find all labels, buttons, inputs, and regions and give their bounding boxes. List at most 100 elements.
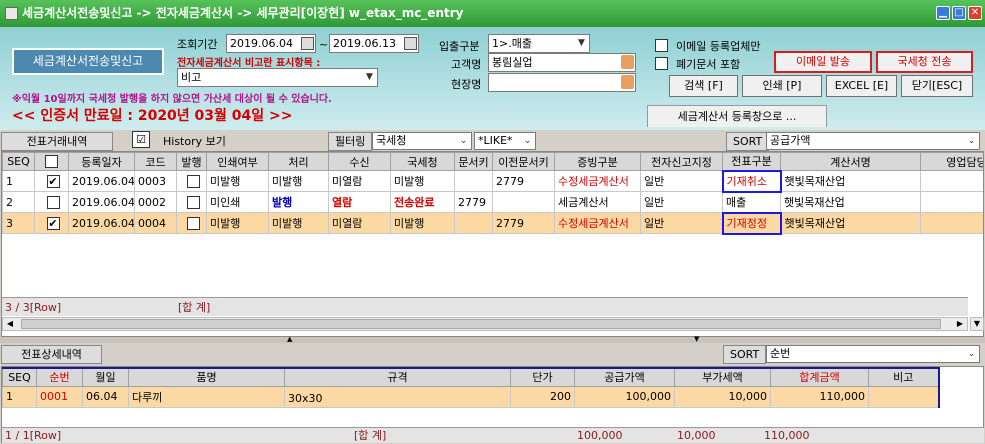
col-header[interactable]: 영업담당 [920,152,983,171]
history-icon[interactable]: ☑ [132,131,150,148]
col-header[interactable]: 품명 [128,367,285,387]
main-menu-button[interactable]: 세금계산서전송및신고 [12,48,164,75]
cell-check[interactable]: ✔ [34,170,69,192]
maximize-icon[interactable]: □ [952,6,966,20]
horizontal-scrollbar[interactable]: ◀ ▶ [2,317,968,331]
inout-select[interactable]: 1>.매출 ▼ [488,34,590,53]
col-header[interactable]: 비고 [868,367,939,387]
tab-slip-list[interactable]: 전표거래내역 [1,132,113,151]
issue-checkbox[interactable] [186,216,200,230]
col-header[interactable]: SEQ [2,367,37,387]
col-header[interactable]: 전자신고지정 [640,152,723,171]
col-header[interactable]: 월일 [82,367,129,387]
minimize-icon[interactable]: ▁ [936,6,950,20]
col-header[interactable]: 계산서명 [780,152,921,171]
splitter-down-icon[interactable]: ▼ [694,335,699,343]
cell-date: 2019.06.04 [68,170,135,192]
col-header[interactable]: 규격 [284,367,511,387]
table-row[interactable]: 1 ✔ 2019.06.04 0003 미발행 미발행 미열람 미발행 2779… [2,169,983,193]
issue-checkbox[interactable] [186,174,200,188]
cell-date: 2019.06.04 [68,191,135,213]
col-header[interactable]: 코드 [134,152,177,171]
col-header[interactable]: 인쇄여부 [206,152,269,171]
calendar-icon[interactable] [301,37,314,50]
lookup-icon[interactable] [621,75,634,89]
cell-check[interactable]: ✔ [34,212,69,234]
lower-sort-select[interactable]: 순번 ⌄ [766,345,980,363]
col-header[interactable]: 부가세액 [674,367,771,387]
cell-print: 미인쇄 [206,191,269,213]
cell-issue[interactable] [176,212,207,234]
filter-select[interactable]: 국세청 ⌄ [372,132,472,150]
search-button[interactable]: 검색 [F] [669,75,738,97]
col-header[interactable]: 증빙구분 [554,152,641,171]
sort-select[interactable]: 공급가액 ⌄ [766,132,980,150]
note-select-value: 비고 [181,71,202,84]
select-all-checkbox[interactable] [45,155,58,168]
detail-total-sum: 110,000 [764,429,810,442]
nts-send-button[interactable]: 국세청 전송 [876,51,973,73]
col-header[interactable]: 국세청 [390,152,455,171]
col-header[interactable]: 이전문서키 [492,152,555,171]
email-send-button[interactable]: 이메일 발송 [774,51,872,73]
register-tab[interactable]: 세금계산서 등록창으로 ... [647,105,827,127]
cell-ereport: 일반 [640,212,723,234]
issue-checkbox[interactable] [186,195,200,209]
site-field[interactable] [488,73,636,92]
scrollbar-thumb[interactable] [21,319,941,329]
cell-name: 햇빛목재산업 [780,191,921,213]
scroll-down-icon[interactable]: ▼ [970,317,984,331]
col-header[interactable]: 단가 [510,367,575,387]
table-row[interactable]: 2 2019.06.04 0002 미인쇄 발행 열람 전송완료 2779 세금… [2,191,983,213]
close-button[interactable]: 닫기[ESC] [901,75,973,97]
col-header[interactable]: 등록일자 [68,152,135,171]
splitter-up-icon[interactable]: ▲ [287,335,292,343]
chevron-down-icon: ⌄ [967,136,976,146]
excel-button[interactable]: EXCEL [E] [826,75,897,97]
calendar-icon[interactable] [404,37,417,50]
cell-check[interactable] [34,191,69,213]
closed-doc-checkbox[interactable] [655,57,668,70]
scroll-right-icon[interactable]: ▶ [953,318,967,330]
cell-issue[interactable] [176,191,207,213]
detail-table: SEQ 순번 월일 품명 규격 단가 공급가액 부가세액 합계금액 비고 1 0… [2,367,940,408]
col-header[interactable]: 문서키 [454,152,493,171]
cell-seq: 1 [2,385,37,408]
cell-prevkey: 2779 [492,170,555,192]
date-to-value: 2019.06.13 [333,37,396,50]
table-row-selected[interactable]: 3 ✔ 2019.06.04 0004 미발행 미발행 미열람 미발행 2779… [2,211,983,235]
cell-monthday: 06.04 [82,385,129,408]
table-row-selected[interactable]: 1 0001 06.04 다루끼 30x30 200 100,000 10,00… [2,385,939,408]
col-header[interactable]: 수신 [328,152,391,171]
row-checkbox[interactable]: ✔ [46,174,60,188]
cell-vat: 10,000 [674,385,771,408]
customer-field[interactable]: 봉림실업 [488,53,636,72]
tab-slip-detail[interactable]: 전표상세내역 [1,345,102,364]
note-select[interactable]: 비고 ▼ [177,68,378,87]
slip-footer: 3 / 3[Row] [합 계] [2,297,968,316]
cell-code: 0004 [134,212,177,234]
close-icon[interactable]: ✕ [968,6,982,20]
lookup-icon[interactable] [621,55,634,69]
like-select[interactable]: *LIKE* ⌄ [474,132,536,150]
cell-issue[interactable] [176,170,207,192]
print-button[interactable]: 인쇄 [P] [742,75,822,97]
date-to-field[interactable]: 2019.06.13 [329,34,419,53]
col-header-checkbox[interactable] [34,152,69,171]
col-header[interactable]: 전표구분 [722,152,781,171]
cell-note [868,385,939,408]
splitter[interactable]: ▲ ▼ [0,335,985,343]
col-header[interactable]: 처리 [268,152,329,171]
col-header[interactable]: 합계금액 [770,367,869,387]
email-only-checkbox[interactable] [655,39,668,52]
col-header[interactable]: 공급가액 [574,367,675,387]
cell-spec: 30x30 [284,385,511,408]
row-checkbox[interactable]: ✔ [46,216,60,230]
date-from-field[interactable]: 2019.06.04 [226,34,316,53]
scroll-left-icon[interactable]: ◀ [3,318,17,330]
detail-total-supply: 100,000 [577,429,623,442]
row-checkbox[interactable] [46,195,60,209]
col-header-sorted[interactable]: 순번 [36,367,83,387]
col-header[interactable]: SEQ [2,152,35,171]
col-header[interactable]: 발행 [176,152,207,171]
